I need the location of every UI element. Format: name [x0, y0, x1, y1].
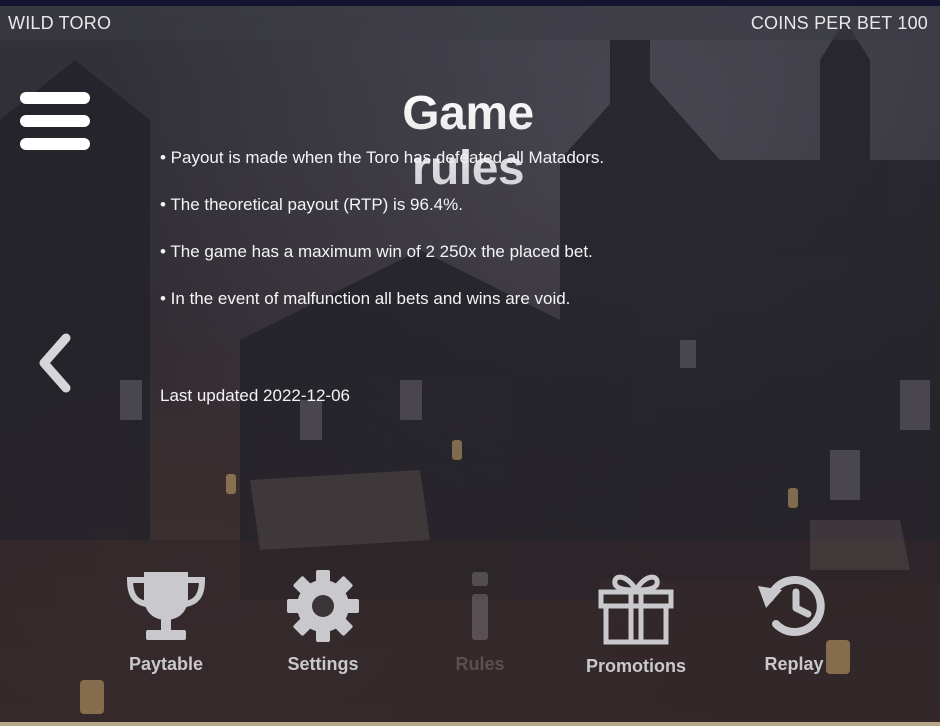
- nav-paytable[interactable]: Paytable: [96, 568, 236, 675]
- game-name: WILD TORO: [8, 12, 112, 33]
- nav-promotions-label: Promotions: [585, 656, 686, 676]
- rules-list: • Payout is made when the Toro has defea…: [160, 146, 860, 334]
- rule-item: • In the event of malfunction all bets a…: [160, 289, 571, 308]
- trophy-icon: [126, 572, 206, 640]
- menu-button[interactable]: [20, 92, 92, 150]
- rule-item: • The game has a maximum win of 2 250x t…: [160, 242, 593, 261]
- nav-rules-label: Rules: [455, 654, 505, 674]
- rule-item: • The theoretical payout (RTP) is 96.4%.: [160, 195, 463, 214]
- bottom-nav: Paytable Settings Rules Promotions Repla…: [0, 568, 940, 698]
- game-header: WILD TORO COINS PER BET 100: [0, 6, 940, 40]
- replay-icon: [758, 576, 825, 636]
- hamburger-icon: [20, 92, 92, 150]
- bottom-edge: [0, 722, 940, 726]
- nav-settings[interactable]: Settings: [253, 568, 393, 675]
- info-icon: [472, 572, 488, 640]
- coins-per-bet: COINS PER BET 100: [750, 12, 928, 33]
- nav-replay[interactable]: Replay: [724, 568, 864, 675]
- nav-settings-label: Settings: [287, 654, 359, 674]
- gift-icon: [598, 574, 674, 645]
- nav-promotions[interactable]: Promotions: [566, 568, 706, 677]
- chevron-left-icon: [39, 333, 71, 393]
- nav-rules[interactable]: Rules: [410, 568, 550, 675]
- gear-icon: [287, 570, 359, 642]
- back-button[interactable]: [36, 332, 76, 394]
- rule-item: • Payout is made when the Toro has defea…: [160, 148, 605, 167]
- nav-replay-label: Replay: [764, 654, 824, 674]
- last-updated: Last updated 2022-12-06: [160, 386, 350, 405]
- nav-paytable-label: Paytable: [128, 654, 204, 674]
